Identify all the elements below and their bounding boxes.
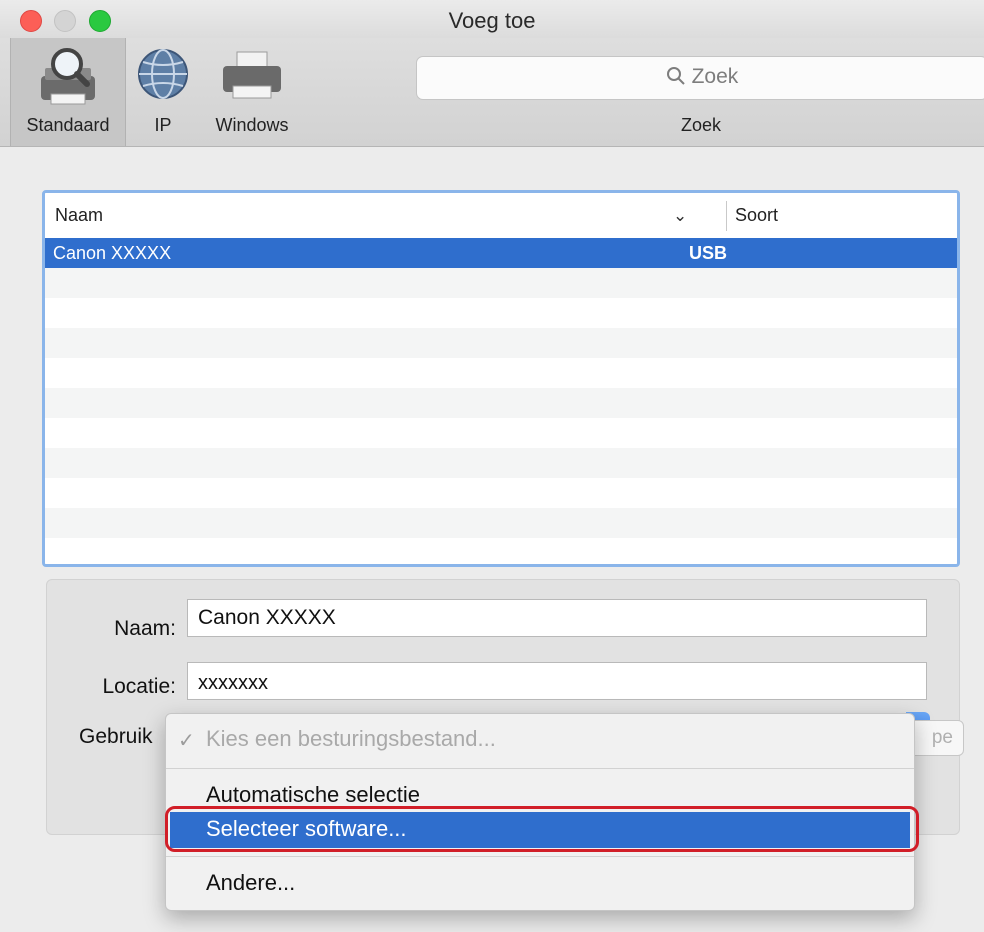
list-header: Naam ⌄ Soort <box>45 193 957 239</box>
row-type: USB <box>689 243 728 263</box>
empty-row <box>45 388 957 418</box>
search-placeholder: Zoek <box>691 65 739 88</box>
tab-standaard-label: Standaard <box>26 115 110 135</box>
checkmark-icon: ✓ <box>178 730 195 752</box>
search-field[interactable]: Zoek <box>416 56 984 100</box>
column-divider <box>726 201 727 231</box>
tab-standaard[interactable]: Standaard <box>10 38 126 146</box>
driver-menu: ✓ Kies een besturingsbestand... Automati… <box>165 713 915 911</box>
tab-windows[interactable]: Windows <box>200 38 304 146</box>
sort-chevron-icon: ⌄ <box>673 206 688 225</box>
tab-ip[interactable]: IP <box>132 38 194 146</box>
empty-row <box>45 358 957 388</box>
menu-separator <box>166 768 914 769</box>
empty-row <box>45 508 957 538</box>
table-row[interactable]: Canon XXXXX USB <box>45 238 957 268</box>
printer-magnifier-icon <box>33 46 103 115</box>
tab-windows-label: Windows <box>215 115 289 135</box>
globe-icon <box>135 46 191 107</box>
window-title: Voeg toe <box>448 8 536 33</box>
empty-row <box>45 328 957 358</box>
search-icon <box>666 65 692 88</box>
empty-row <box>45 268 957 298</box>
printer-list[interactable]: Naam ⌄ Soort Canon XXXXX USB <box>42 190 960 567</box>
list-rows: Canon XXXXX USB <box>45 238 957 564</box>
title-bar: Voeg toe <box>0 0 984 38</box>
toolbar: Standaard IP Windows Zoek Zoek <box>0 38 984 147</box>
location-field[interactable]: xxxxxxx <box>187 662 927 700</box>
empty-row <box>45 538 957 564</box>
row-name: Canon XXXXX <box>53 243 172 263</box>
name-label: Naam: <box>114 617 176 640</box>
name-field[interactable]: Canon XXXXX <box>187 599 927 637</box>
empty-row <box>45 298 957 328</box>
empty-row <box>45 448 957 478</box>
empty-row <box>45 478 957 508</box>
menu-separator <box>166 856 914 857</box>
tab-ip-label: IP <box>154 115 172 135</box>
search-label: Zoek <box>680 115 722 135</box>
column-header-name[interactable]: Naam <box>55 205 103 226</box>
empty-row <box>45 418 957 448</box>
printer-icon <box>217 46 287 111</box>
location-label: Locatie: <box>102 675 176 698</box>
column-header-type[interactable]: Soort <box>735 205 778 226</box>
add-printer-window: Voeg toe Standaard IP Windows Zoek Zoek … <box>0 0 984 932</box>
